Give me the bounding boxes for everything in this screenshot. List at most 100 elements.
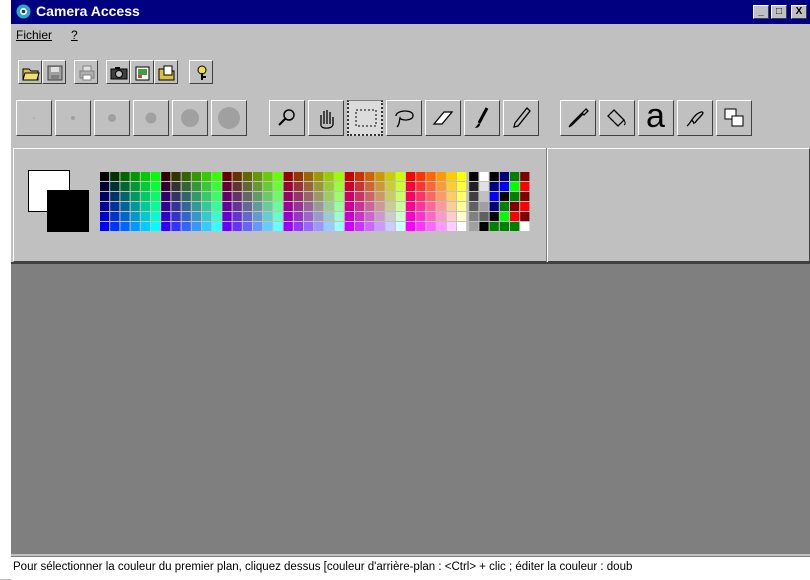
- palette-swatch[interactable]: [181, 192, 191, 201]
- palette-swatch[interactable]: [355, 182, 365, 191]
- palette-swatch[interactable]: [436, 172, 446, 181]
- palette-swatch[interactable]: [436, 192, 446, 201]
- palette-swatch[interactable]: [334, 182, 344, 191]
- palette-swatch[interactable]: [293, 182, 303, 191]
- palette-swatch[interactable]: [324, 212, 334, 221]
- palette-swatch[interactable]: [222, 212, 232, 221]
- palette-swatch[interactable]: [253, 202, 263, 211]
- palette-swatch[interactable]: [181, 172, 191, 181]
- palette-swatch[interactable]: [120, 202, 130, 211]
- palette-swatch[interactable]: [242, 192, 252, 201]
- palette-swatch[interactable]: [436, 182, 446, 191]
- palette-swatch[interactable]: [355, 172, 365, 181]
- palette-swatch[interactable]: [355, 212, 365, 221]
- palette-swatch[interactable]: [426, 192, 436, 201]
- palette-swatch[interactable]: [365, 172, 375, 181]
- palette-swatch[interactable]: [181, 182, 191, 191]
- palette-swatch[interactable]: [499, 192, 509, 201]
- palette-swatch[interactable]: [406, 222, 416, 231]
- palette-swatch[interactable]: [314, 192, 324, 201]
- palette-swatch[interactable]: [222, 172, 232, 181]
- palette-swatch[interactable]: [283, 212, 293, 221]
- palette-swatch[interactable]: [161, 192, 171, 201]
- palette-swatch[interactable]: [426, 172, 436, 181]
- palette-swatch[interactable]: [304, 202, 314, 211]
- palette-swatch[interactable]: [489, 172, 499, 181]
- eraser-tool[interactable]: [425, 100, 461, 136]
- palette-swatch[interactable]: [293, 172, 303, 181]
- menu-help[interactable]: ?: [71, 28, 78, 42]
- brush-size-6[interactable]: [211, 100, 247, 136]
- palette-swatch[interactable]: [100, 182, 110, 191]
- palette-swatch[interactable]: [202, 202, 212, 211]
- palette-swatch[interactable]: [242, 182, 252, 191]
- palette-swatch[interactable]: [395, 192, 405, 201]
- palette-swatch[interactable]: [365, 182, 375, 191]
- palette-swatch[interactable]: [510, 202, 520, 211]
- palette-swatch[interactable]: [395, 172, 405, 181]
- palette-swatch[interactable]: [479, 222, 489, 231]
- palette-swatch[interactable]: [263, 212, 273, 221]
- brush-size-1[interactable]: [16, 100, 52, 136]
- palette-swatch[interactable]: [283, 192, 293, 201]
- palette-swatch[interactable]: [324, 202, 334, 211]
- palette-swatch[interactable]: [304, 172, 314, 181]
- text-tool[interactable]: a: [638, 98, 674, 136]
- palette-swatch[interactable]: [191, 192, 201, 201]
- palette-swatch[interactable]: [385, 192, 395, 201]
- palette-swatch[interactable]: [253, 222, 263, 231]
- palette-swatch[interactable]: [283, 202, 293, 211]
- palette-swatch[interactable]: [100, 172, 110, 181]
- palette-swatch[interactable]: [499, 212, 509, 221]
- palette-swatch[interactable]: [293, 222, 303, 231]
- palette-swatch[interactable]: [140, 192, 150, 201]
- palette-swatch[interactable]: [365, 192, 375, 201]
- palette-swatch[interactable]: [355, 192, 365, 201]
- palette-swatch[interactable]: [469, 222, 479, 231]
- palette-swatch[interactable]: [375, 202, 385, 211]
- palette-swatch[interactable]: [520, 182, 530, 191]
- palette-swatch[interactable]: [181, 222, 191, 231]
- palette-swatch[interactable]: [314, 182, 324, 191]
- palette-swatch[interactable]: [314, 202, 324, 211]
- save-button[interactable]: [42, 60, 66, 84]
- palette-swatch[interactable]: [385, 212, 395, 221]
- palette-swatch[interactable]: [510, 172, 520, 181]
- palette-swatch[interactable]: [202, 182, 212, 191]
- brush-size-5[interactable]: [172, 100, 208, 136]
- palette-swatch[interactable]: [263, 182, 273, 191]
- clone-tool[interactable]: [716, 100, 752, 136]
- palette-swatch[interactable]: [334, 222, 344, 231]
- palette-swatch[interactable]: [457, 192, 467, 201]
- palette-swatch[interactable]: [375, 182, 385, 191]
- palette-swatch[interactable]: [520, 222, 530, 231]
- palette-swatch[interactable]: [406, 172, 416, 181]
- palette-swatch[interactable]: [293, 202, 303, 211]
- palette-swatch[interactable]: [212, 222, 222, 231]
- palette-swatch[interactable]: [212, 172, 222, 181]
- palette-swatch[interactable]: [406, 212, 416, 221]
- palette-swatch[interactable]: [293, 212, 303, 221]
- palette-swatch[interactable]: [283, 172, 293, 181]
- palette-swatch[interactable]: [212, 212, 222, 221]
- palette-swatch[interactable]: [242, 172, 252, 181]
- select-rectangle-tool[interactable]: [347, 100, 383, 136]
- palette-swatch[interactable]: [253, 182, 263, 191]
- palette-swatch[interactable]: [273, 202, 283, 211]
- palette-swatch[interactable]: [395, 212, 405, 221]
- palette-swatch[interactable]: [489, 192, 499, 201]
- palette-swatch[interactable]: [426, 222, 436, 231]
- palette-swatch[interactable]: [181, 212, 191, 221]
- palette-swatch[interactable]: [273, 222, 283, 231]
- palette-swatch[interactable]: [406, 192, 416, 201]
- help-button[interactable]: [189, 60, 213, 84]
- palette-swatch[interactable]: [324, 172, 334, 181]
- palette-swatch[interactable]: [110, 212, 120, 221]
- palette-swatch[interactable]: [212, 182, 222, 191]
- palette-swatch[interactable]: [212, 192, 222, 201]
- palette-swatch[interactable]: [365, 222, 375, 231]
- camera-button[interactable]: [106, 60, 130, 84]
- palette-swatch[interactable]: [110, 192, 120, 201]
- palette-swatch[interactable]: [304, 212, 314, 221]
- palette-swatch[interactable]: [202, 222, 212, 231]
